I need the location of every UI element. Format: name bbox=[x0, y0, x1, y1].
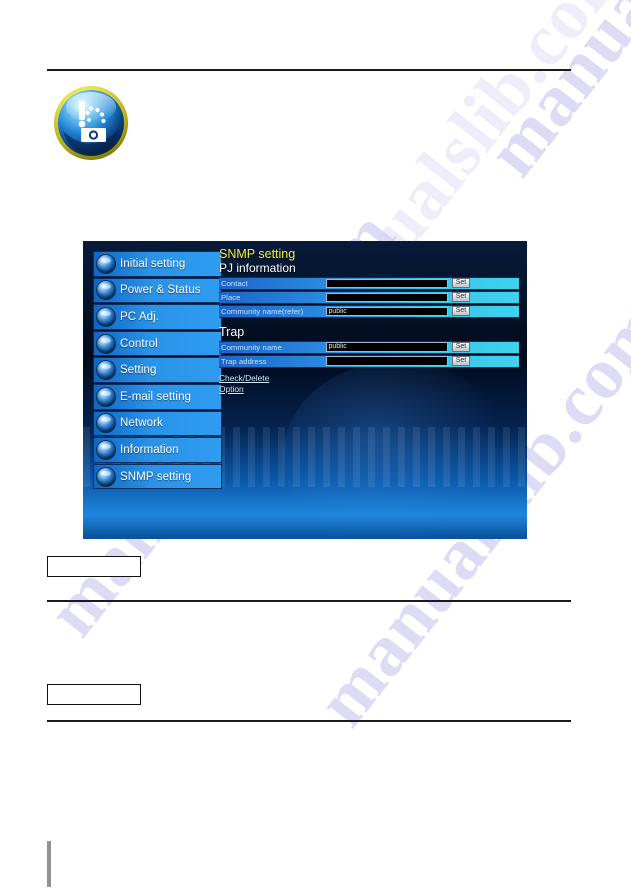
network-icon bbox=[97, 414, 115, 433]
sidebar-nav: Initial setting Power & Status PC Adj. C… bbox=[93, 251, 222, 490]
check-delete-link[interactable]: Check/Delete bbox=[219, 373, 269, 384]
row-label: Contact bbox=[221, 278, 248, 288]
globe-icon bbox=[97, 254, 115, 273]
page-edge-tab bbox=[47, 841, 51, 887]
sidebar-item-initial-setting[interactable]: Initial setting bbox=[93, 251, 222, 277]
sidebar-item-power-status[interactable]: Power & Status bbox=[93, 277, 222, 304]
sidebar-item-label: Network bbox=[120, 417, 163, 430]
row-label: Trap address bbox=[221, 356, 267, 366]
sidebar-item-email-setting[interactable]: E-mail setting bbox=[93, 383, 222, 410]
power-icon bbox=[97, 281, 115, 300]
sidebar-item-label: SNMP setting bbox=[120, 470, 192, 483]
sidebar-item-snmp-setting[interactable]: SNMP setting bbox=[93, 463, 222, 490]
projector-web-ui-screenshot: Initial setting Power & Status PC Adj. C… bbox=[83, 241, 527, 539]
envelope-icon bbox=[97, 387, 115, 406]
chapter-badge-icon bbox=[53, 85, 129, 161]
page-title: SNMP setting bbox=[219, 247, 296, 261]
sidebar-item-label: PC Adj. bbox=[120, 310, 160, 323]
caption-box bbox=[47, 684, 141, 705]
sidebar-item-information[interactable]: Information bbox=[93, 437, 222, 463]
sidebar-item-label: Initial setting bbox=[120, 257, 186, 270]
pj-information-heading: PJ information bbox=[219, 261, 296, 275]
set-button[interactable]: Set bbox=[452, 292, 470, 303]
info-icon bbox=[97, 440, 115, 459]
sidebar-item-setting[interactable]: Setting bbox=[93, 357, 222, 383]
form-row-contact: Contact Set bbox=[219, 277, 519, 290]
row-label: Community name(refer) bbox=[221, 306, 304, 316]
sidebar-item-label: Setting bbox=[120, 364, 157, 377]
form-row-place: Place Set bbox=[219, 290, 519, 304]
form-row-trap-address: Trap address Set bbox=[219, 354, 519, 368]
control-icon bbox=[97, 334, 115, 353]
sidebar-item-control[interactable]: Control bbox=[93, 330, 222, 357]
sidebar-item-network[interactable]: Network bbox=[93, 410, 222, 437]
sidebar-item-label: Power & Status bbox=[120, 284, 201, 297]
row-label: Community name bbox=[221, 342, 282, 352]
set-button[interactable]: Set bbox=[452, 306, 470, 317]
caption-box bbox=[47, 556, 141, 577]
trap-heading: Trap bbox=[219, 324, 245, 339]
set-button[interactable]: Set bbox=[452, 278, 470, 289]
watermark-text: manualslib.com bbox=[470, 0, 631, 192]
section-divider bbox=[47, 600, 571, 602]
pj-information-form: Contact Set Place Set Community name(ref… bbox=[219, 277, 519, 318]
monitor-icon bbox=[97, 307, 115, 326]
form-row-trap-community-name: Community name public Set bbox=[219, 340, 519, 354]
place-input[interactable] bbox=[326, 292, 448, 303]
wrench-icon bbox=[97, 361, 115, 380]
community-name-refer-input[interactable]: public bbox=[326, 306, 448, 317]
action-links: Check/Delete Option bbox=[219, 373, 519, 395]
set-button[interactable]: Set bbox=[452, 356, 470, 367]
snmp-icon bbox=[97, 467, 115, 486]
contact-input[interactable] bbox=[326, 278, 448, 289]
sidebar-item-label: E-mail setting bbox=[120, 390, 192, 403]
set-button[interactable]: Set bbox=[452, 342, 470, 353]
trap-community-name-input[interactable]: public bbox=[326, 342, 448, 352]
header-divider bbox=[47, 69, 571, 71]
trap-form: Community name public Set Trap address S… bbox=[219, 340, 519, 368]
row-label: Place bbox=[221, 292, 241, 302]
sidebar-item-label: Information bbox=[120, 443, 179, 456]
option-link[interactable]: Option bbox=[219, 384, 244, 395]
sidebar-item-pc-adj[interactable]: PC Adj. bbox=[93, 304, 222, 330]
trap-address-input[interactable] bbox=[326, 356, 448, 366]
content-area: SNMP setting PJ information Contact Set … bbox=[219, 247, 519, 395]
form-row-community-name-refer: Community name(refer) public Set bbox=[219, 304, 519, 318]
footer-divider bbox=[47, 720, 571, 722]
sidebar-item-label: Control bbox=[120, 337, 158, 350]
